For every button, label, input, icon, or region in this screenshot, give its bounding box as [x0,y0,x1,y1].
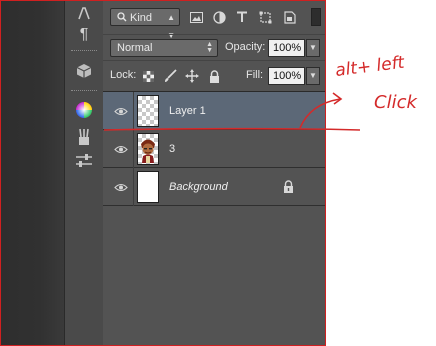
annotation-overlay: alt+ left Click [103,53,418,131]
arrow-head-icon [332,92,343,105]
annotation-line-1: alt+ left [334,53,407,81]
annotation-line-2: Click [374,92,418,113]
annotation-underline [103,127,361,131]
